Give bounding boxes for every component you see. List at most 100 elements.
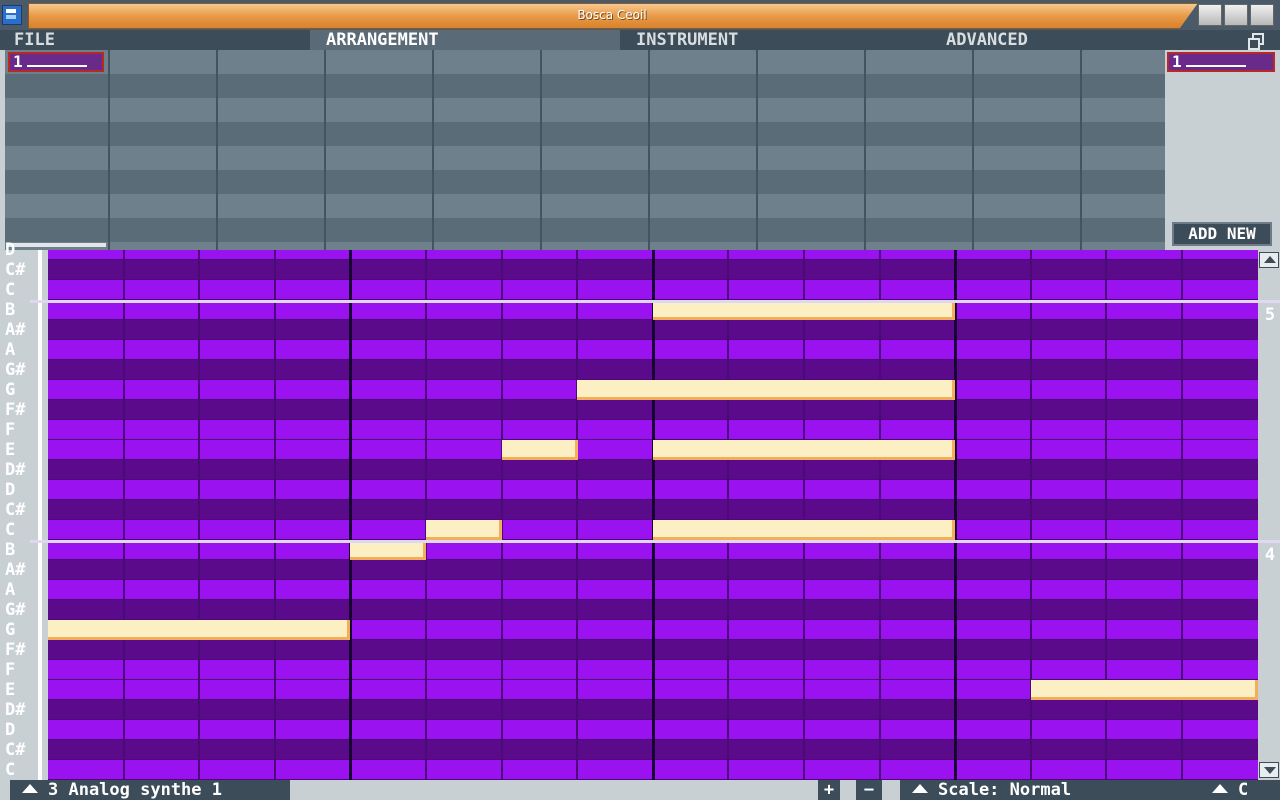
arrangement-column-divider <box>540 50 542 250</box>
step-divider <box>727 250 729 780</box>
note-label: D <box>5 480 16 500</box>
instrument-label: 3 Analog synthe 1 <box>48 780 222 800</box>
arrangement-column-divider <box>864 50 866 250</box>
note-label: C <box>5 520 16 540</box>
menu-bar: FILE ARRANGEMENT INSTRUMENT ADVANCED <box>0 30 1280 50</box>
window-title: Bosca Ceoil <box>577 8 647 22</box>
note-label: A# <box>5 560 26 580</box>
octave-scroll-column <box>1258 250 1280 780</box>
fullscreen-toggle-icon[interactable] <box>1248 33 1264 50</box>
step-divider <box>576 250 578 780</box>
tab-advanced[interactable]: ADVANCED <box>946 30 1028 50</box>
minimize-button[interactable] <box>1198 4 1222 26</box>
bar-divider <box>652 250 655 780</box>
note-label: D <box>5 240 16 260</box>
note-label: C <box>5 760 16 780</box>
key-selector[interactable]: C <box>1200 780 1280 800</box>
arrangement-column-divider <box>972 50 974 250</box>
triangle-up-icon <box>912 784 928 793</box>
step-divider <box>1181 250 1183 780</box>
app-icon[interactable] <box>2 5 22 25</box>
arrangement-pattern-block[interactable]: 1 <box>8 52 104 72</box>
piano-roll-grid[interactable] <box>48 250 1258 780</box>
note-label: G <box>5 380 16 400</box>
scroll-down-icon[interactable] <box>1259 762 1279 778</box>
step-divider <box>501 250 503 780</box>
note-block[interactable] <box>653 440 955 460</box>
step-divider <box>1030 250 1032 780</box>
triangle-up-icon <box>22 784 38 793</box>
note-label: E <box>5 680 16 700</box>
arrangement-column-divider <box>216 50 218 250</box>
note-label: F <box>5 660 16 680</box>
note-block[interactable] <box>1031 680 1258 700</box>
waveform-icon <box>26 55 87 67</box>
pattern-number: 1 <box>13 52 23 71</box>
maximize-button[interactable] <box>1224 4 1248 26</box>
note-label: G# <box>5 600 26 620</box>
note-block[interactable] <box>577 380 955 400</box>
step-divider <box>1105 250 1107 780</box>
bottom-bar: 3 Analog synthe 1 + − Scale: Normal C <box>0 780 1280 800</box>
step-divider <box>803 250 805 780</box>
arrangement-column-divider <box>648 50 650 250</box>
octave-number-lower: 4 <box>1264 545 1276 565</box>
step-divider <box>123 250 125 780</box>
note-label: F# <box>5 400 26 420</box>
note-label: B <box>5 540 16 560</box>
scale-selector[interactable]: Scale: Normal <box>900 780 1200 800</box>
arrangement-column-divider <box>756 50 758 250</box>
octave-divider <box>30 540 1280 543</box>
note-block[interactable] <box>653 300 955 320</box>
pattern-number: 1 <box>1172 52 1182 71</box>
step-divider <box>198 250 200 780</box>
note-label: B <box>5 300 16 320</box>
tab-file[interactable]: FILE <box>14 30 55 50</box>
note-block[interactable] <box>502 440 578 460</box>
octave-divider <box>30 300 1280 303</box>
note-label: F# <box>5 640 26 660</box>
note-label: A# <box>5 320 26 340</box>
note-label: G# <box>5 360 26 380</box>
note-block[interactable] <box>426 520 502 540</box>
scale-label: Scale: Normal <box>938 780 1072 800</box>
instrument-selector[interactable]: 3 Analog synthe 1 <box>10 780 290 800</box>
close-button[interactable] <box>1250 4 1274 26</box>
note-label: G <box>5 620 16 640</box>
scroll-up-icon[interactable] <box>1259 252 1279 268</box>
arrangement-column-divider <box>432 50 434 250</box>
note-label: F <box>5 420 16 440</box>
note-block[interactable] <box>350 540 426 560</box>
note-label: D <box>5 720 16 740</box>
note-label: D# <box>5 460 26 480</box>
step-divider <box>425 250 427 780</box>
arrangement-column-divider <box>108 50 110 250</box>
note-label: C# <box>5 500 26 520</box>
note-label: C <box>5 280 16 300</box>
add-new-pattern-button[interactable]: ADD NEW <box>1172 222 1272 246</box>
tab-instrument[interactable]: INSTRUMENT <box>636 30 738 50</box>
patterns-panel: 1 <box>1165 50 1280 250</box>
note-label: D# <box>5 700 26 720</box>
tab-arrangement[interactable]: ARRANGEMENT <box>310 30 620 50</box>
step-divider <box>879 250 881 780</box>
octave-up-button[interactable]: + <box>818 780 840 800</box>
note-label: C# <box>5 260 26 280</box>
arrangement-column-divider <box>324 50 326 250</box>
note-block[interactable] <box>48 620 350 640</box>
note-label-column: D C# C B A# A G# G F# F E D# D C# C B A# A G# G F# F E D# D C# C <box>0 240 42 780</box>
octave-down-button[interactable]: − <box>856 780 882 800</box>
title-bar: Bosca Ceoil <box>0 0 1280 30</box>
note-label: E <box>5 440 16 460</box>
note-label: A <box>5 340 16 360</box>
note-label: A <box>5 580 16 600</box>
waveform-icon <box>1185 55 1246 67</box>
pattern-list-item[interactable]: 1 <box>1167 52 1275 72</box>
note-label: C# <box>5 740 26 760</box>
step-divider <box>274 250 276 780</box>
bar-divider <box>349 250 352 780</box>
bar-divider <box>954 250 957 780</box>
arrangement-grid[interactable]: 1 <box>5 50 1165 250</box>
note-block[interactable] <box>653 520 955 540</box>
arrangement-column-divider <box>1080 50 1082 250</box>
